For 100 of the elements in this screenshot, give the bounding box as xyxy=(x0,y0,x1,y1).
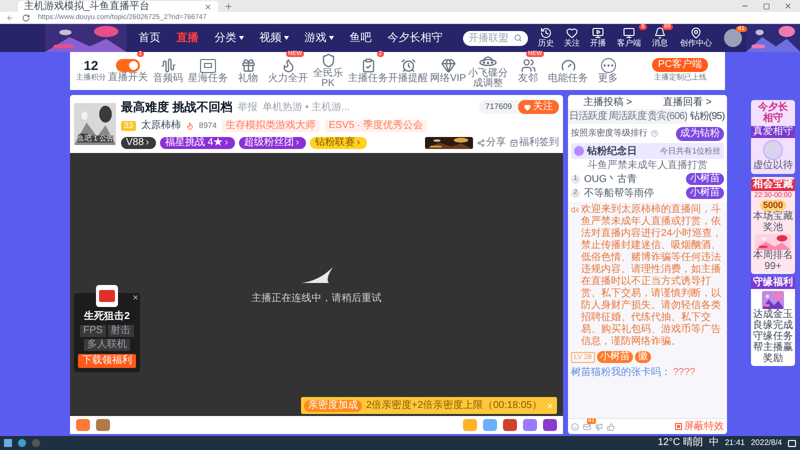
feature-badge[interactable]: 超级粉丝团 xyxy=(239,136,306,148)
nav-link[interactable]: 游戏 xyxy=(304,30,334,46)
back-icon[interactable] xyxy=(6,14,14,22)
search-field[interactable]: 开播联盟 xyxy=(462,30,528,46)
rank-tab[interactable]: 日活跃度 xyxy=(568,109,608,124)
reload-icon[interactable] xyxy=(22,14,30,22)
nav-link[interactable]: 鱼吧 xyxy=(350,30,372,46)
mail-icon[interactable] xyxy=(583,422,591,430)
fan-name[interactable]: 不等船帮等雨停 xyxy=(584,186,654,200)
panel-link[interactable]: 主播投稿 > xyxy=(583,95,632,110)
game-tag: 射击 xyxy=(108,325,134,337)
nav-link[interactable]: 直播 xyxy=(176,30,199,46)
tool-item[interactable]: 礼物 xyxy=(228,53,268,89)
chat-text: ???? xyxy=(673,366,696,380)
game-tag: 多人联机 xyxy=(84,339,130,351)
nav-link[interactable]: 首页 xyxy=(138,30,161,46)
tool-item[interactable]: 网络VIP xyxy=(428,53,468,89)
download-button[interactable]: 下载领福利 xyxy=(78,354,136,368)
header-action[interactable]: 开播 xyxy=(588,27,608,49)
tool-item[interactable]: 全民乐PK xyxy=(308,53,348,89)
close-icon[interactable] xyxy=(784,2,792,10)
maximize-icon[interactable] xyxy=(763,2,770,10)
panel-link[interactable]: 直播回看 > xyxy=(662,95,712,110)
flame-icon xyxy=(186,122,194,130)
nav-link[interactable]: 视频 xyxy=(260,30,289,46)
ufo-icon xyxy=(479,54,497,68)
guard-title: 真爱相守 xyxy=(751,126,795,138)
welfare-title: 守缘福利 xyxy=(751,277,795,289)
new-tab-icon[interactable] xyxy=(224,2,233,11)
help-icon[interactable] xyxy=(651,130,658,137)
share-icon xyxy=(477,138,485,146)
feature-badge[interactable]: 福星挑战 4★ xyxy=(160,136,236,148)
checkin-link[interactable]: 福利签到 xyxy=(510,135,559,150)
anniversary-note: 今日共有1位粉丝 xyxy=(660,146,721,157)
treasure-title: 相会宝藏 xyxy=(751,179,795,191)
become-fan-button[interactable]: 成为钻粉 xyxy=(676,126,724,140)
shield-icon xyxy=(320,53,336,68)
category-link[interactable]: 单机热游 • 主机游... xyxy=(262,100,350,114)
tool-item[interactable]: 音频码 xyxy=(148,53,188,89)
megaphone-icon[interactable] xyxy=(595,422,603,430)
rank-tab[interactable]: 周活跃度 xyxy=(608,109,648,124)
room-notice: 欢迎来到太原柿柿的直播间，斗鱼严禁未成年人直播或打赏，依法对直播内容进行24小时巡查，禁止传播封建迷信、吸烟酗酒、低俗色情、赌博诈骗等任何违法违规内容。请理性消费，如主播在直播时以不正当方式诱导打赏、私下交易，请谨慎判断，以防人身财产损失。请勿轻信各类招聘征婚、代练代抽、私下交易、购买礼包码、游戏币等广告信息，谨防网络诈骗。 xyxy=(581,204,724,348)
clock-date: 2022/8/4 xyxy=(750,439,782,447)
streamer-name[interactable]: 太原柿柿 xyxy=(140,118,181,133)
gauge-icon xyxy=(560,58,576,73)
tool-item[interactable]: 开播提醒 xyxy=(388,53,428,89)
report-link[interactable]: 举报 xyxy=(237,100,258,114)
fan-name[interactable]: OUG丶古青 xyxy=(584,172,637,186)
emoji-icon[interactable] xyxy=(571,422,579,430)
fan-badge: 小树苗 xyxy=(686,173,724,185)
alarm-clock-icon xyxy=(400,58,416,73)
header-action[interactable]: 历史 xyxy=(536,27,556,49)
rank-note: 本周排名99+ xyxy=(753,250,793,272)
fan-badge: 小树苗 xyxy=(686,187,724,199)
nav-link[interactable]: 今夕长相守 xyxy=(388,30,443,46)
thumbs-up-icon[interactable] xyxy=(607,422,615,430)
rank-tab[interactable]: 钻粉(95) xyxy=(687,109,727,124)
notification-icon[interactable] xyxy=(788,440,796,446)
record-icon xyxy=(675,423,682,430)
pc-client-button[interactable]: PC客户端 xyxy=(652,58,708,72)
video-status: 主播正在连线中，请稍后重试 xyxy=(252,292,382,306)
weather: 12°C 晴朗 xyxy=(658,438,703,448)
chat-username[interactable]: 树苗猫粉我的张卡吗： xyxy=(571,365,671,380)
follow-button[interactable]: 关注 xyxy=(518,100,559,114)
tool-item[interactable]: 更多 xyxy=(588,53,628,89)
guard-slot: 虚位以待 xyxy=(753,160,793,172)
heart-icon xyxy=(524,104,531,110)
tool-item[interactable]: 星海任务 xyxy=(188,53,228,89)
rank-tab[interactable]: 贵宾(606) xyxy=(647,109,688,124)
follow-count: 717609 xyxy=(484,101,513,113)
bell-icon xyxy=(654,27,666,39)
user-avatar[interactable] xyxy=(724,29,742,47)
anniversary-title: 钻粉纪念日 xyxy=(587,144,637,158)
browser-tab[interactable]: 主机游戏模拟_斗鱼直播平台 xyxy=(18,1,218,12)
history-icon xyxy=(540,27,552,39)
welfare-card[interactable]: 守缘福利 达成金玉良缘完成守缘任务帮主播赢奖励 xyxy=(751,277,795,366)
game-title: 生死狙击2 xyxy=(84,310,130,324)
level-badge: 33 xyxy=(121,120,136,130)
search-icon[interactable] xyxy=(514,34,522,42)
share-link[interactable]: 分享 xyxy=(477,135,506,150)
rank-note: 按照亲密度等级排行 xyxy=(571,127,648,140)
heart-icon xyxy=(566,27,578,39)
nav-link[interactable]: 分类 xyxy=(214,30,244,46)
more-icon xyxy=(600,58,616,73)
fan-badge: 徽 xyxy=(634,351,651,363)
input-method[interactable]: 中 xyxy=(708,438,719,448)
event-card[interactable]: 今夕长相守 真爱相守 虚位以待 xyxy=(751,100,795,174)
video-player[interactable]: 主播正在连线中，请稍后重试 生死狙击2 FPS 射击 多人联机 下载领福利 亲密度加成 2倍亲密度+2倍亲密度上限（00:18:05） xyxy=(70,153,563,416)
clock-time: 21:41 xyxy=(724,439,745,447)
header-action[interactable]: 创作中心 xyxy=(676,27,716,49)
feature-badge[interactable]: 钻粉联赛 xyxy=(310,136,368,148)
block-effects-button[interactable]: 屏蔽特效 xyxy=(675,422,724,432)
toggle-switch[interactable] xyxy=(116,59,140,72)
feature-badge[interactable]: V88 xyxy=(121,136,156,148)
speaker-icon xyxy=(571,206,579,214)
tool-item[interactable]: 电能任务 xyxy=(548,53,588,89)
screen-icon xyxy=(592,27,604,39)
tool-item[interactable]: 小飞碟分成调整 xyxy=(468,53,508,89)
header-action[interactable]: 关注 xyxy=(562,27,582,49)
calendar-icon xyxy=(510,138,518,146)
